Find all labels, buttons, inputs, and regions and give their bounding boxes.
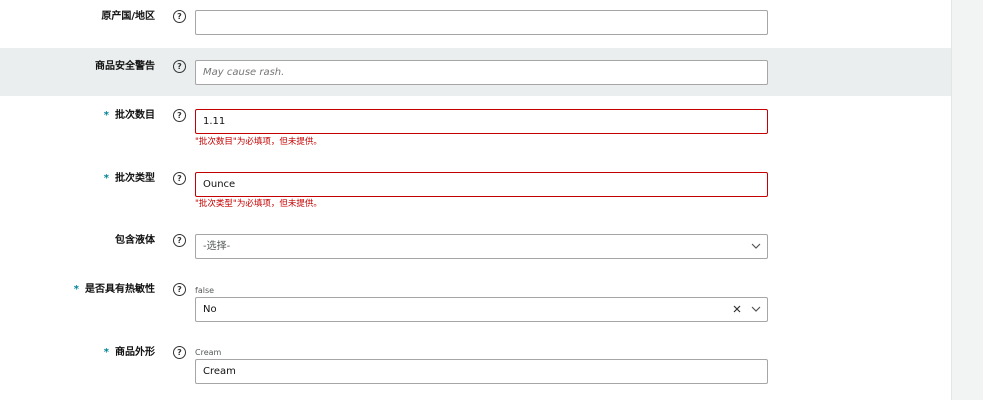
required-marker: * <box>103 110 109 121</box>
item-form-hint: Cream <box>195 348 222 357</box>
selected-value: -选择- <box>203 241 231 252</box>
selected-value: No <box>203 304 217 315</box>
safety-warning-label: 商品安全警告 <box>95 61 155 72</box>
batch-type-input[interactable] <box>195 172 768 197</box>
contains-liquid-select[interactable]: -选择- <box>195 234 768 259</box>
product-details-form: 原产国/地区 ? 商品安全警告 ? *批次数目 ? "批次数目"为必填项，但未提… <box>0 0 983 400</box>
required-marker: * <box>73 284 79 295</box>
chevron-down-icon <box>751 243 761 249</box>
item-form-label: * 商品外形 <box>103 347 155 358</box>
question-circle-icon[interactable]: ? <box>173 283 186 296</box>
contains-liquid-label: 包含液体 <box>115 235 155 246</box>
required-marker: * <box>103 173 109 184</box>
batch-type-error: "批次类型"为必填项，但未提供。 <box>195 199 322 209</box>
right-side-rail <box>951 0 983 400</box>
question-circle-icon[interactable]: ? <box>173 10 186 23</box>
required-marker: * <box>103 347 109 358</box>
question-circle-icon[interactable]: ? <box>173 346 186 359</box>
close-icon[interactable] <box>732 304 742 314</box>
item-form-input[interactable] <box>195 359 768 384</box>
safety-warning-input[interactable] <box>195 60 768 85</box>
question-circle-icon[interactable]: ? <box>173 60 186 73</box>
heat-sensitive-label: * 是否具有热敏性 <box>73 284 155 295</box>
heat-sensitive-hint: false <box>195 286 215 295</box>
batch-type-label: * 批次类型 <box>103 173 155 184</box>
batch-count-label: * 批次数目 <box>103 110 155 121</box>
question-circle-icon[interactable]: ? <box>173 109 186 122</box>
question-circle-icon[interactable]: ? <box>173 172 186 185</box>
chevron-down-icon <box>751 306 761 312</box>
question-circle-icon[interactable]: ? <box>173 234 186 247</box>
batch-count-error: "批次数目"为必填项，但未提供。 <box>195 137 322 147</box>
origin-label: 原产国/地区 <box>101 11 155 22</box>
origin-input[interactable] <box>195 10 768 35</box>
batch-count-input[interactable] <box>195 109 768 134</box>
heat-sensitive-select[interactable]: No <box>195 297 768 322</box>
